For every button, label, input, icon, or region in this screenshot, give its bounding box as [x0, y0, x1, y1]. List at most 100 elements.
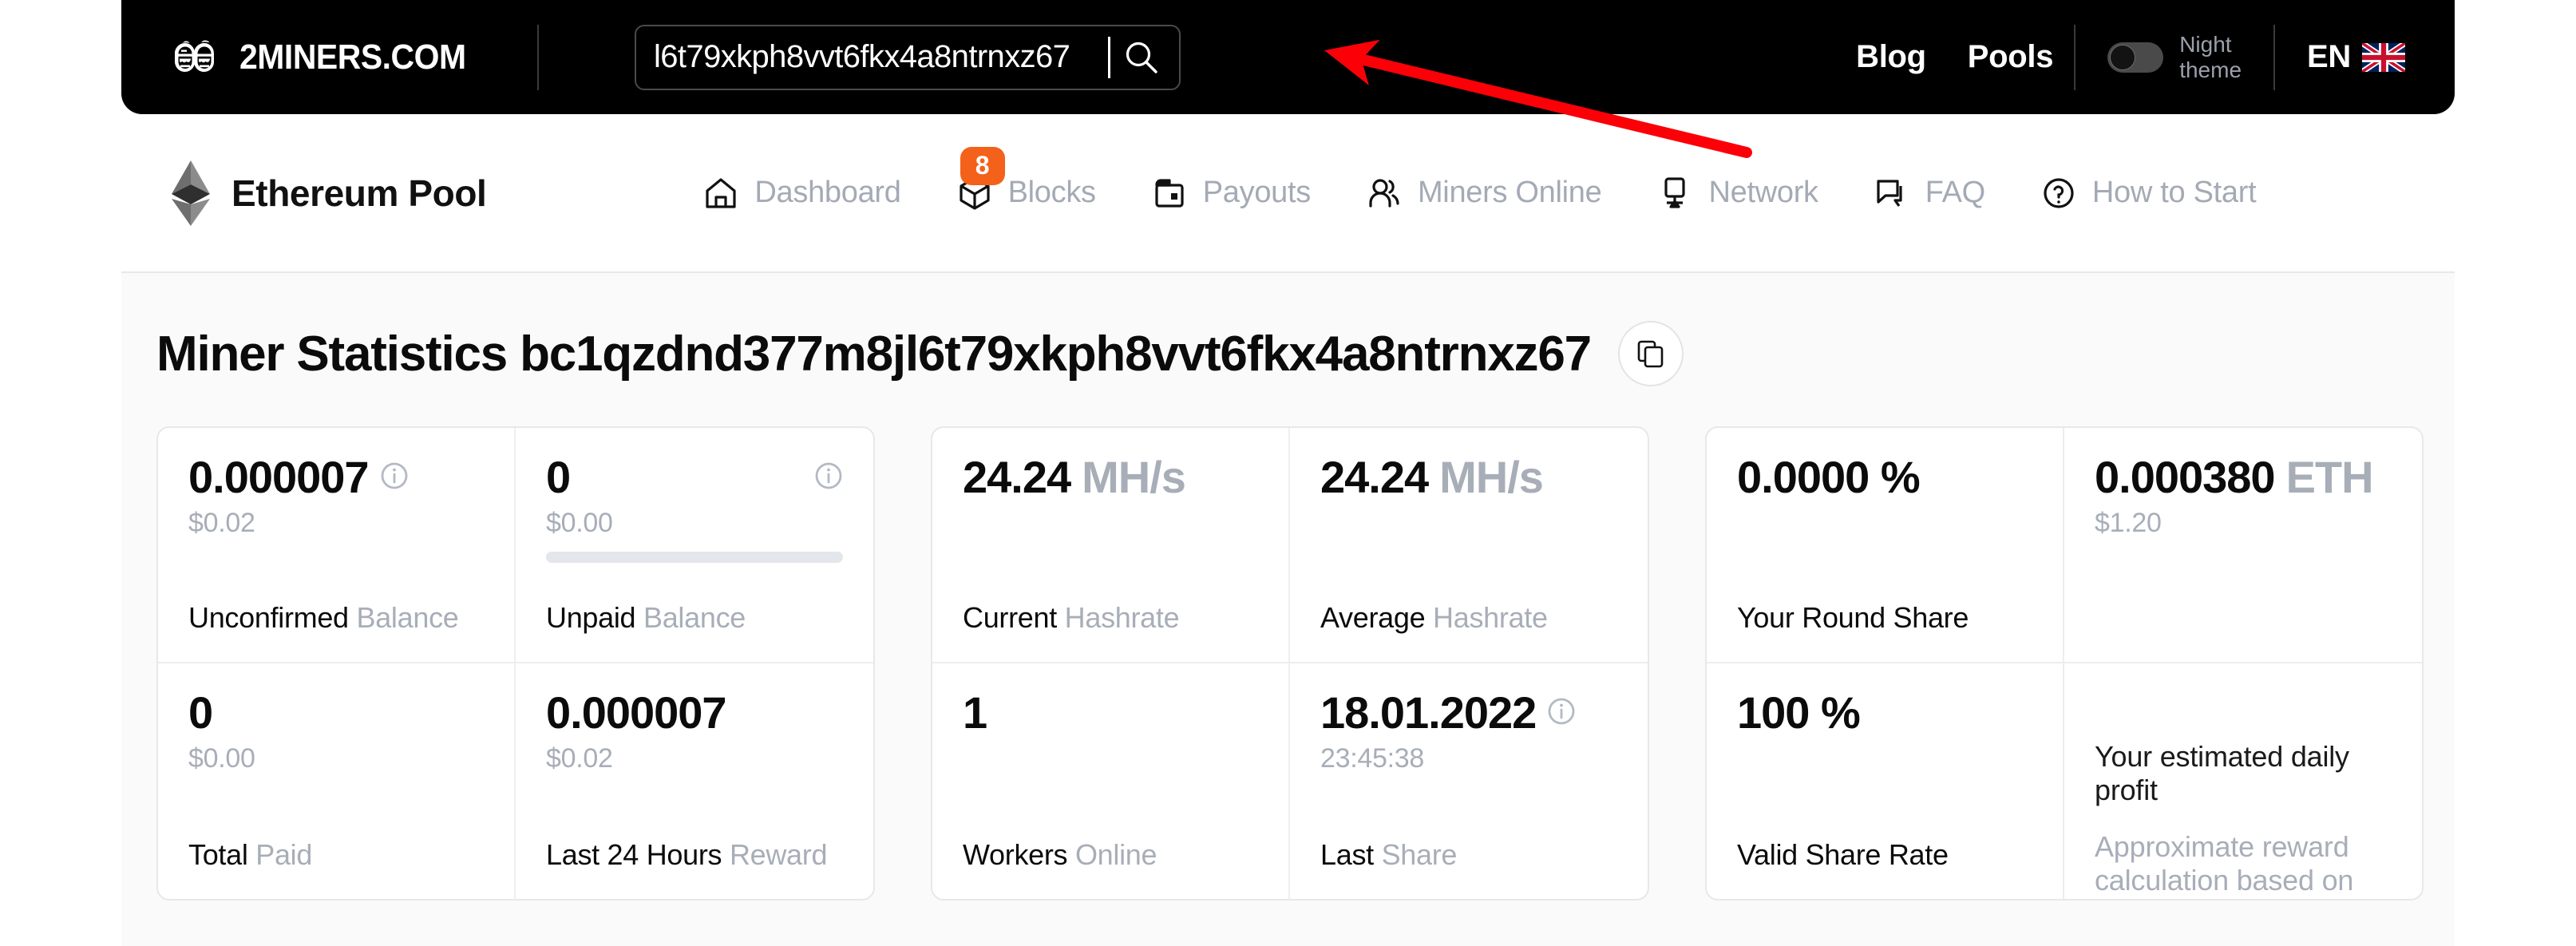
value-line: 100 % [1737, 691, 2032, 735]
stat-average-hashrate: 24.24 MH/s Average Hashrate [1290, 428, 1648, 663]
share-rate-card: 0.0000 % Your Round Share 0.000380 ETH $… [1705, 426, 2424, 900]
nav-label-faq: FAQ [1925, 176, 1985, 210]
stat-caption-light: Balance [643, 601, 746, 634]
stat-total-paid: 0 $0.00 Total Paid [158, 663, 516, 899]
nav-link-blog[interactable]: Blog [1835, 39, 1947, 75]
info-icon[interactable] [1547, 697, 1576, 726]
unpaid-balance-progress-bar [546, 552, 843, 563]
brand-logo-link[interactable]: 2MINERS.COM [121, 38, 483, 77]
stat-caption-bold: Your Round Share [1737, 601, 1969, 634]
monitor-icon [1656, 174, 1694, 212]
value-line: 0 [188, 691, 484, 735]
stat-caption: Total Paid [188, 838, 484, 872]
stat-caption-bold: Total [188, 838, 248, 871]
stat-caption-bold: Unconfirmed [188, 601, 349, 634]
stat-caption-light: Paid [255, 838, 312, 871]
info-icon[interactable] [380, 461, 409, 490]
value-line: 0.0000 % [1737, 455, 2032, 500]
stat-subvalue: $0.00 [188, 743, 484, 774]
question-circle-icon [2040, 174, 2078, 212]
stat-round-share: 0.0000 % Your Round Share [1707, 428, 2064, 663]
night-theme-label-line2: theme [2179, 57, 2242, 82]
stat-value: 0.000007 [546, 691, 726, 735]
page-title-row: Miner Statistics bc1qzdnd377m8jl6t79xkph… [121, 273, 2455, 386]
nav-item-blocks[interactable]: 8 Blocks [928, 174, 1123, 212]
stat-caption-light: Hashrate [1433, 601, 1548, 634]
toggle-knob [2110, 45, 2135, 70]
page-title: Miner Statistics bc1qzdnd377m8jl6t79xkph… [156, 326, 1591, 382]
night-theme-label: Night theme [2179, 32, 2242, 83]
search-icon[interactable] [1123, 39, 1160, 76]
stat-caption-bold: Current [963, 601, 1057, 634]
coin-title: Ethereum Pool [231, 172, 486, 215]
stat-subvalue: $0.00 [546, 508, 843, 539]
main-content-panel: Miner Statistics bc1qzdnd377m8jl6t79xkph… [121, 271, 2455, 946]
value-line: 0.000380 ETH [2095, 455, 2392, 500]
nav-label-network: Network [1708, 176, 1818, 210]
value-line: 0.000007 [546, 691, 843, 735]
stat-caption-bold: Unpaid [546, 601, 635, 634]
info-icon[interactable] [814, 461, 843, 490]
chat-bubbles-icon [1873, 174, 1911, 212]
stat-caption: Last 24 Hours Reward [546, 838, 843, 872]
language-selector[interactable]: EN [2275, 39, 2405, 75]
stat-estimated-daily-profit: 0.000380 ETH $1.20 [2064, 428, 2422, 663]
top-header-bar: 2MINERS.COM l6t79xkph8vvt6fkx4a8ntrnxz67… [121, 0, 2455, 114]
stat-caption-bold: Workers [963, 838, 1067, 871]
stat-value: 0 [188, 691, 212, 735]
stat-caption: Unpaid Balance [546, 601, 843, 635]
note-body: Approximate reward calculation based on … [2095, 830, 2392, 900]
stat-unit: ETH [2286, 455, 2373, 500]
stat-caption-light: Share [1382, 838, 1458, 871]
stat-caption-light: Reward [730, 838, 827, 871]
stat-value: 100 % [1737, 691, 1860, 735]
stat-caption: Workers Online [963, 838, 1258, 872]
home-icon [702, 174, 740, 212]
nav-label-payouts: Payouts [1203, 176, 1311, 210]
nav-item-how-to-start[interactable]: How to Start [2012, 174, 2283, 212]
stat-caption-light: Hashrate [1065, 601, 1180, 634]
stat-subvalue: $0.02 [546, 743, 843, 774]
stat-caption-light: Online [1075, 838, 1157, 871]
copy-address-button[interactable] [1618, 321, 1684, 386]
stat-unit: MH/s [1439, 455, 1543, 500]
coin-nav-items: Dashboard 8 Blocks [675, 174, 2283, 212]
nav-item-miners-online[interactable]: Miners Online [1338, 174, 1629, 212]
balance-card: 0.000007 $0.02 Unconfirmed Balance [156, 426, 875, 900]
value-line: 18.01.2022 [1320, 691, 1617, 735]
stat-last-share: 18.01.2022 23:45:38 Last Share [1290, 663, 1648, 899]
stat-subvalue: $1.20 [2095, 508, 2392, 539]
stat-unconfirmed-balance: 0.000007 $0.02 Unconfirmed Balance [158, 428, 516, 663]
search-box[interactable]: l6t79xkph8vvt6fkx4a8ntrnxz67 [635, 25, 1181, 90]
language-code: EN [2307, 39, 2351, 75]
stats-cards-row: 0.000007 $0.02 Unconfirmed Balance [121, 386, 2455, 900]
ethereum-diamond-icon [171, 160, 211, 226]
nav-item-faq[interactable]: FAQ [1846, 174, 2012, 212]
stat-subvalue: $0.02 [188, 508, 484, 539]
value-line: 0 [546, 455, 843, 500]
nav-label-dashboard: Dashboard [754, 176, 900, 210]
text-caret [1108, 37, 1110, 78]
nav-link-pools[interactable]: Pools [1947, 39, 2074, 75]
coin-title-group: Ethereum Pool [121, 160, 486, 226]
nav-item-dashboard[interactable]: Dashboard [675, 174, 928, 212]
hashrate-card: 24.24 MH/s Current Hashrate 24.24 MH/s A… [931, 426, 1649, 900]
nav-item-network[interactable]: Network [1628, 174, 1845, 212]
stat-value: 0.000380 [2095, 455, 2275, 500]
brand-name-text: 2MINERS.COM [239, 38, 466, 77]
stat-caption-bold: Average [1320, 601, 1425, 634]
uk-flag-icon [2362, 43, 2405, 72]
stat-unit: MH/s [1082, 455, 1185, 500]
coin-navigation-bar: Ethereum Pool Dashboard 8 [121, 114, 2455, 271]
stat-value: 0.000007 [188, 455, 369, 500]
search-input[interactable]: l6t79xkph8vvt6fkx4a8ntrnxz67 [654, 39, 1100, 75]
two-miners-faces-icon [171, 38, 219, 77]
stat-caption-bold: Last [1320, 838, 1374, 871]
header-divider-1 [537, 25, 539, 90]
stat-current-hashrate: 24.24 MH/s Current Hashrate [932, 428, 1290, 663]
value-line: 1 [963, 691, 1258, 735]
night-theme-toggle[interactable] [2107, 42, 2163, 73]
nav-item-payouts[interactable]: Payouts [1123, 174, 1338, 212]
stat-workers-online: 1 Workers Online [932, 663, 1290, 899]
night-theme-control[interactable]: Night theme [2075, 32, 2273, 83]
